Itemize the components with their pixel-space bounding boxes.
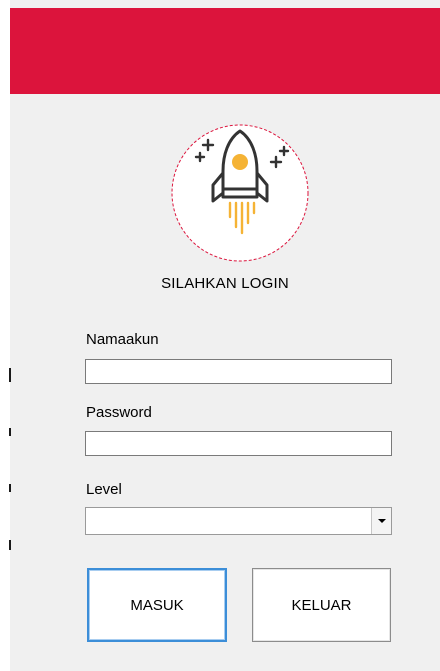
password-input[interactable] (85, 431, 392, 456)
level-select[interactable] (85, 507, 392, 535)
exit-button[interactable]: KELUAR (252, 568, 391, 642)
login-button-label: MASUK (130, 596, 184, 614)
rocket-icon (171, 124, 309, 262)
logo (170, 123, 310, 263)
level-label: Level (86, 481, 122, 498)
left-edge-mark (9, 428, 11, 436)
chevron-down-icon[interactable] (371, 508, 391, 534)
login-button[interactable]: MASUK (87, 568, 227, 642)
left-edge-mark (9, 540, 11, 550)
password-label: Password (86, 404, 152, 421)
login-title: SILAHKAN LOGIN (161, 275, 289, 292)
header-bar (10, 8, 440, 94)
left-edge-mark (9, 368, 11, 382)
username-input[interactable] (85, 359, 392, 384)
login-window: SILAHKAN LOGIN Namaakun Password Level M… (0, 0, 440, 671)
left-edge-strip (0, 0, 11, 671)
exit-button-label: KELUAR (291, 596, 352, 614)
left-edge-mark (9, 484, 11, 492)
username-label: Namaakun (86, 331, 159, 348)
